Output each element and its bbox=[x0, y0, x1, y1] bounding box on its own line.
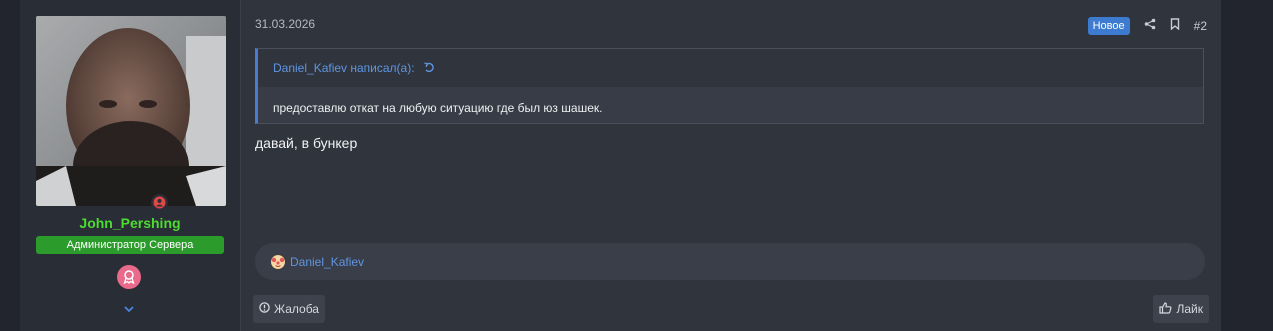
arrow-up-icon[interactable] bbox=[423, 61, 435, 76]
online-status-icon bbox=[151, 194, 168, 211]
post-date[interactable]: 31.03.2026 bbox=[255, 17, 315, 31]
reactions-bar[interactable]: Daniel_Kafiev bbox=[255, 243, 1205, 280]
like-button[interactable]: Лайк bbox=[1153, 295, 1209, 323]
share-icon[interactable] bbox=[1144, 17, 1156, 35]
new-badge: Новое bbox=[1087, 17, 1130, 35]
quote-text: предоставлю откат на любую ситуацию где … bbox=[273, 101, 603, 115]
post-header-actions: Новое #2 bbox=[1087, 17, 1207, 35]
avatar-image bbox=[36, 16, 226, 206]
bookmark-icon[interactable] bbox=[1170, 17, 1180, 35]
alert-circle-icon bbox=[259, 302, 270, 316]
reaction-users[interactable]: Daniel_Kafiev bbox=[290, 255, 364, 269]
post-number-link[interactable]: #2 bbox=[1194, 19, 1207, 33]
like-label: Лайк bbox=[1176, 302, 1203, 316]
quote-block: Daniel_Kafiev написал(а): предоставлю от… bbox=[255, 48, 1204, 124]
avatar[interactable] bbox=[36, 16, 226, 206]
reaction-emoji-icon bbox=[271, 254, 285, 269]
forum-post: John_Pershing Администратор Сервера 31.0… bbox=[20, 0, 1221, 331]
quote-header[interactable]: Daniel_Kafiev написал(а): bbox=[258, 49, 1203, 87]
thumbs-up-icon bbox=[1159, 301, 1172, 317]
award-icon[interactable] bbox=[117, 265, 141, 289]
user-cell: John_Pershing Администратор Сервера bbox=[20, 0, 241, 331]
report-button[interactable]: Жалоба bbox=[253, 295, 325, 323]
username[interactable]: John_Pershing bbox=[20, 215, 240, 231]
role-badge: Администратор Сервера bbox=[36, 236, 224, 254]
quote-author[interactable]: Daniel_Kafiev написал(а): bbox=[273, 61, 415, 75]
report-label: Жалоба bbox=[274, 302, 319, 316]
chevron-down-icon[interactable] bbox=[120, 302, 138, 316]
post-message: давай, в бункер bbox=[255, 135, 358, 151]
post-main: 31.03.2026 Новое #2 Daniel_Kafiev написа… bbox=[241, 0, 1221, 331]
